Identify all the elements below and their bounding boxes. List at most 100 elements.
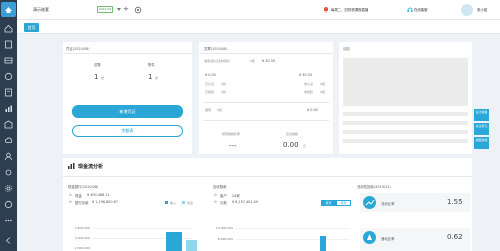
bar-chart-icon (68, 163, 75, 169)
current-ratio-label: 流动比率 (381, 202, 395, 206)
cash-icon: ⊙ (69, 193, 72, 197)
design-template-button[interactable]: 设计模板 (474, 109, 489, 121)
deducted-count: 0张 (221, 90, 226, 94)
rocket-icon (363, 231, 376, 244)
toggle-month[interactable]: 按月 (321, 200, 336, 206)
grid-line (236, 239, 350, 240)
dynamic-title: 动态 (343, 47, 350, 51)
ledger-icon[interactable] (4, 56, 13, 65)
customer-value: 24家 (232, 194, 240, 198)
home-icon[interactable] (4, 24, 13, 33)
certified-count: 0张 (221, 82, 226, 86)
voucher-attachment-label: 附件 (148, 63, 155, 67)
bar-income[interactable] (166, 232, 182, 251)
toggle-year[interactable]: 按年 (336, 200, 351, 206)
loading-placeholder (343, 139, 468, 143)
ar-title: 应收账款 (213, 185, 227, 189)
asset-icon[interactable] (4, 120, 13, 129)
help-icon[interactable] (4, 200, 13, 209)
divider (63, 176, 472, 177)
live-course-notice[interactable]: 每周二、四财税课程直播 (331, 7, 368, 12)
voucher-card: 凭证(2020/08) 总数 1 张 附件 1 张 (63, 42, 192, 154)
quick-ratio-row: 速动比率 0.62 (360, 228, 470, 251)
cloud-icon[interactable] (4, 136, 13, 145)
vat-burden-value: --- (229, 142, 237, 150)
invoice-icon[interactable] (4, 88, 13, 97)
vat-burden-label: 增值税税负率 (222, 132, 241, 136)
ar-amount-label: 欠款 (220, 201, 227, 205)
dynamic-card: 动态 (339, 42, 472, 154)
divider (203, 102, 329, 103)
collapse-icon[interactable] (4, 236, 13, 245)
voucher-total-unit: 张 (101, 76, 105, 80)
output-invoice-label: 销项 (205, 108, 212, 112)
company-name[interactable]: 演示账套 (33, 7, 49, 13)
quick-ratio-value: 0.62 (447, 233, 463, 241)
more-icon[interactable] (4, 216, 13, 225)
invoice-title: 发票(2020/08) (204, 47, 228, 51)
ar-amount-value: ¥ 8,157,401.49 (232, 200, 258, 204)
input-invoice-label: 进项(含认证未抵扣) (204, 59, 231, 63)
ar-amount-icon: ⊙ (214, 200, 217, 204)
uncertified-count: 0张 (320, 82, 325, 86)
top-bar: 演示账套 2020-08 + 每周二、四财税课程直播 在线客服 张小强 (17, 0, 500, 20)
loading-placeholder (343, 112, 468, 116)
tax-payable-label: 应交税额 (286, 132, 299, 136)
bar-expense[interactable] (186, 240, 197, 251)
bank-value: ¥ 1,296,800.87 (92, 200, 118, 204)
online-service-link[interactable]: 在线客服 (414, 7, 428, 12)
input-invoice-count: 0张 (250, 59, 255, 63)
user-icon[interactable] (4, 152, 13, 161)
divider (199, 53, 333, 54)
y-tick: 2,500,000 (74, 246, 90, 250)
left-sidebar (0, 0, 17, 251)
undeducted-count: 0张 (320, 90, 325, 94)
customer-label: 客户 (220, 194, 227, 198)
tax-payable-value: 0.00 (283, 141, 299, 149)
cash-bank-title: 现金银行(2020/08) (68, 185, 99, 189)
chevron-down-icon[interactable] (117, 8, 121, 11)
output-invoice-amount: ¥ 0.00 (307, 108, 318, 112)
avatar[interactable] (461, 4, 473, 16)
app-logo[interactable] (1, 2, 16, 17)
user-name[interactable]: 张小强 (477, 7, 487, 12)
loading-placeholder (343, 121, 468, 125)
current-ratio-value: 1.55 (447, 198, 463, 206)
input-invoice-amount: ¥ 30.33 (262, 59, 275, 63)
voucher-total-label: 总数 (94, 63, 101, 67)
settings-icon[interactable] (134, 6, 142, 14)
report-icon[interactable] (4, 104, 13, 113)
current-ratio-row: 流动比率 1.55 (360, 193, 470, 212)
y-tick: 8,000,000 (217, 237, 233, 241)
grid-line (236, 228, 350, 229)
period-selector[interactable]: 2020-08 (97, 6, 113, 13)
headset-icon[interactable] (407, 6, 413, 13)
desktop-shortcut-button[interactable]: 桌面快捷 (474, 137, 489, 149)
trend-icon (363, 196, 376, 209)
loading-placeholder (343, 58, 468, 106)
tools-icon[interactable] (4, 168, 13, 177)
voucher-total-value[interactable]: 1 (94, 73, 98, 81)
legend-income-label: 收入 (170, 201, 177, 205)
output-invoice-count: 0张 (217, 108, 222, 112)
customer-icon: ⊙ (214, 193, 217, 197)
tab-home[interactable]: 首页 (24, 23, 39, 32)
money-icon[interactable] (4, 72, 13, 81)
new-voucher-button[interactable]: 新增凭证 (72, 105, 183, 118)
divider (203, 120, 329, 121)
bell-icon[interactable] (323, 6, 329, 13)
gear-icon[interactable] (4, 184, 13, 193)
voucher-attachment-value[interactable]: 1 (148, 73, 152, 81)
voucher-title: 凭证(2020/08) (66, 47, 90, 51)
voucher-icon[interactable] (4, 40, 13, 49)
uncertified-label: 未认证 (304, 82, 314, 86)
certified-label: 已认证 (205, 82, 215, 86)
balance-sheet-button[interactable]: 余额表 (72, 125, 183, 137)
add-icon[interactable]: + (123, 5, 129, 13)
follow-gift-button[interactable]: 关注有礼 (474, 123, 489, 135)
cash-label: 现金 (75, 194, 82, 198)
y-tick: 10,000,000 (215, 226, 233, 230)
quick-ratio-label: 速动比率 (381, 237, 395, 241)
invoice-amount-right: ¥ 30.33 (299, 73, 312, 77)
bar-receivable[interactable] (320, 236, 326, 251)
